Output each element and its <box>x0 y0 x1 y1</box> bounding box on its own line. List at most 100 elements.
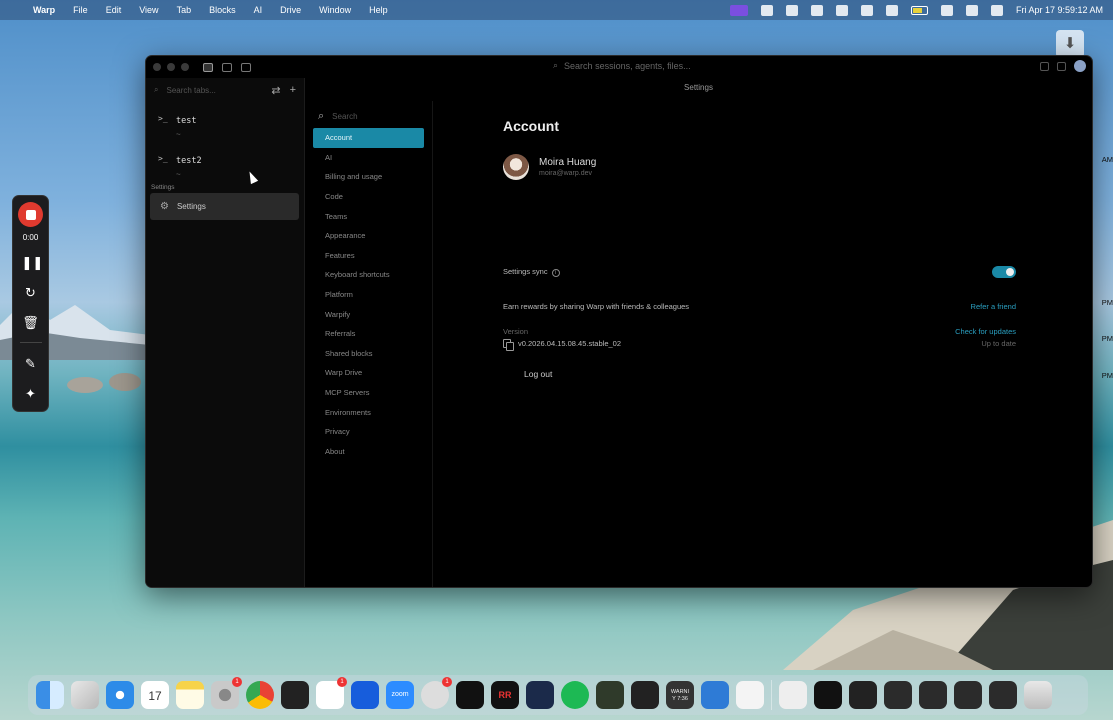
zoom-window-button[interactable] <box>181 63 189 71</box>
window-thumbnail-icon[interactable] <box>954 681 982 709</box>
menu-tab[interactable]: Tab <box>177 5 192 15</box>
warp-dev-icon[interactable] <box>631 681 659 709</box>
sidebar-toggle-icon[interactable] <box>203 62 213 72</box>
rr-icon[interactable]: RR <box>491 681 519 709</box>
restart-icon[interactable]: ↻ <box>22 284 40 302</box>
control-center-icon[interactable] <box>990 4 1003 16</box>
chrome-icon[interactable] <box>246 681 274 709</box>
play-status-icon[interactable] <box>860 4 873 16</box>
download-icon[interactable]: ⬇ <box>1056 30 1084 58</box>
trash-icon[interactable]: 🗑 <box>22 314 40 332</box>
nav-item-ai[interactable]: AI <box>305 148 432 168</box>
calendar-icon[interactable]: 17 <box>141 681 169 709</box>
nav-item-privacy[interactable]: Privacy <box>305 422 432 442</box>
wifi-icon[interactable] <box>940 4 953 16</box>
spiral-icon[interactable] <box>596 681 624 709</box>
nav-item-billing[interactable]: Billing and usage <box>305 167 432 187</box>
menu-help[interactable]: Help <box>369 5 388 15</box>
finder-icon[interactable] <box>36 681 64 709</box>
menu-edit[interactable]: Edit <box>106 5 122 15</box>
cloud-status-icon[interactable] <box>785 4 798 16</box>
window-thumbnail-icon[interactable] <box>919 681 947 709</box>
minimize-window-button[interactable] <box>167 63 175 71</box>
menu-clock[interactable]: Fri Apr 17 9:59:12 AM <box>1016 5 1103 15</box>
menu-window[interactable]: Window <box>319 5 351 15</box>
nav-item-environments[interactable]: Environments <box>305 402 432 422</box>
menu-drive[interactable]: Drive <box>280 5 301 15</box>
audio-levels-icon[interactable] <box>835 4 848 16</box>
pause-icon[interactable]: ❚❚ <box>22 254 44 272</box>
inbox-icon[interactable] <box>1057 61 1066 71</box>
launchpad-icon[interactable] <box>71 681 99 709</box>
log-out-button[interactable]: Log out <box>511 363 565 385</box>
new-tab-icon[interactable]: + <box>290 84 296 96</box>
nav-item-about[interactable]: About <box>305 442 432 462</box>
window-thumbnail-icon[interactable] <box>814 681 842 709</box>
moon-icon[interactable] <box>885 4 898 16</box>
global-search[interactable]: ⌕ Search sessions, agents, files... <box>553 60 691 71</box>
stack-status-icon[interactable] <box>760 4 773 16</box>
system-settings-icon[interactable]: 1 <box>211 677 242 709</box>
screen-record-status-icon[interactable] <box>729 4 748 16</box>
tools-icon[interactable] <box>222 62 232 72</box>
trash-icon[interactable] <box>1024 681 1052 709</box>
nav-item-mcp-servers[interactable]: MCP Servers <box>305 383 432 403</box>
nav-item-teams[interactable]: Teams <box>305 206 432 226</box>
nav-item-code[interactable]: Code <box>305 187 432 207</box>
nav-item-keyboard-shortcuts[interactable]: Keyboard shortcuts <box>305 265 432 285</box>
app-status-icon[interactable] <box>810 4 823 16</box>
spotlight-search-icon[interactable] <box>965 4 978 16</box>
check-for-updates-link[interactable]: Check for updates <box>955 327 1016 336</box>
safari-icon[interactable] <box>106 681 134 709</box>
zoom-icon[interactable]: zoom <box>386 681 414 709</box>
nav-item-platform[interactable]: Platform <box>305 285 432 305</box>
close-window-button[interactable] <box>153 63 161 71</box>
tab-search[interactable]: ⌕ Search tabs... ⇄ + <box>154 82 296 98</box>
nav-item-warpify[interactable]: Warpify <box>305 304 432 324</box>
linear-icon[interactable]: 1 <box>421 677 452 709</box>
window-thumbnail-icon[interactable] <box>849 681 877 709</box>
nav-item-features[interactable]: Features <box>305 246 432 266</box>
battery-icon[interactable] <box>910 5 928 15</box>
nav-item-referrals[interactable]: Referrals <box>305 324 432 344</box>
bitwarden-icon[interactable] <box>351 681 379 709</box>
nav-item-appearance[interactable]: Appearance <box>305 226 432 246</box>
settings-tab[interactable]: ⚙ Settings <box>150 193 299 220</box>
session-tab[interactable]: >_ test2 ~ <box>146 142 304 182</box>
warp-preview-icon[interactable] <box>456 681 484 709</box>
warp-alt-icon[interactable] <box>736 681 764 709</box>
info-icon[interactable]: i <box>551 269 560 277</box>
pen-icon[interactable]: ✎ <box>22 355 40 373</box>
stop-recording-button[interactable] <box>18 202 43 227</box>
warp-icon[interactable] <box>281 681 309 709</box>
window-thumbnail-icon[interactable] <box>884 681 912 709</box>
swap-icon[interactable]: ⇄ <box>271 84 280 97</box>
effects-icon[interactable]: ✦ <box>22 385 40 403</box>
console-icon[interactable]: WARNI Y 7:36 <box>666 681 694 709</box>
spotify-icon[interactable] <box>561 681 589 709</box>
slack-icon[interactable]: 1 <box>316 677 347 709</box>
menu-view[interactable]: View <box>139 5 158 15</box>
refer-a-friend-link[interactable]: Refer a friend <box>971 302 1016 311</box>
avatar[interactable] <box>1074 60 1086 72</box>
notification-badge: 1 <box>337 677 347 687</box>
copy-icon[interactable] <box>503 339 514 351</box>
nav-item-warp-drive[interactable]: Warp Drive <box>305 363 432 383</box>
page-title: Settings <box>684 83 713 92</box>
settings-sync-toggle[interactable] <box>992 266 1016 278</box>
menu-file[interactable]: File <box>73 5 88 15</box>
settings-search[interactable]: ⌕ Search <box>318 108 432 124</box>
grid-icon[interactable] <box>241 62 251 72</box>
menu-ai[interactable]: AI <box>254 5 263 15</box>
menu-app-name[interactable]: Warp <box>33 5 55 15</box>
menu-blocks[interactable]: Blocks <box>209 5 236 15</box>
nav-item-shared-blocks[interactable]: Shared blocks <box>305 344 432 364</box>
notes-icon[interactable] <box>176 681 204 709</box>
document-thumbnail-icon[interactable] <box>779 681 807 709</box>
sparkle-icon[interactable] <box>701 681 729 709</box>
window-thumbnail-icon[interactable] <box>989 681 1017 709</box>
session-tab[interactable]: >_ test ~ <box>146 102 304 142</box>
terminal-icon[interactable] <box>526 681 554 709</box>
share-icon[interactable] <box>1040 61 1049 71</box>
nav-item-account[interactable]: Account <box>313 128 424 148</box>
